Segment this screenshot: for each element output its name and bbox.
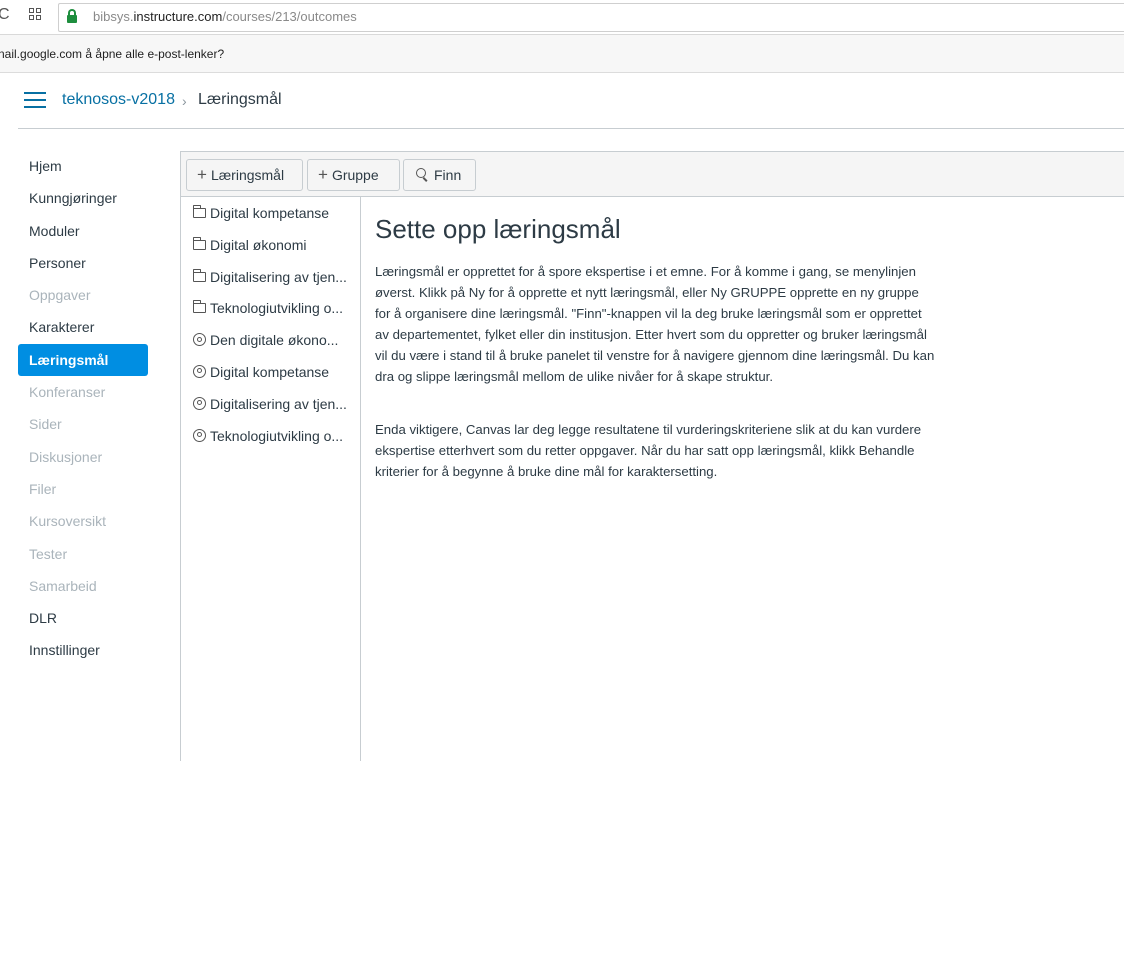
folder-icon xyxy=(193,236,206,250)
outcomes-panel: + Læringsmål + Gruppe Finn Digital kompeta… xyxy=(180,151,1124,761)
intro-paragraph-1: Læringsmål er opprettet for å spore eksp… xyxy=(375,264,935,384)
plus-icon: + xyxy=(197,165,207,184)
outcome-group-item[interactable]: Digitalisering av tjen... xyxy=(181,261,353,293)
course-nav-item-moduler[interactable]: Moduler xyxy=(18,215,148,247)
apps-grid-icon[interactable] xyxy=(29,8,43,22)
outcome-group-item[interactable]: Digital kompetanse xyxy=(181,197,353,229)
folder-icon xyxy=(193,205,206,218)
folder-icon xyxy=(193,268,206,282)
course-nav-item-filer[interactable]: Filer xyxy=(18,473,148,505)
course-nav-item-innstillinger[interactable]: Innstillinger xyxy=(18,634,148,666)
hamburger-menu-icon[interactable] xyxy=(24,92,46,108)
outcome-group-item[interactable]: Teknologiutvikling o... xyxy=(181,292,353,324)
course-nav-item-personer[interactable]: Personer xyxy=(18,247,148,279)
course-nav-item-tester[interactable]: Tester xyxy=(18,538,148,570)
course-nav-item-oppgaver[interactable]: Oppgaver xyxy=(18,279,148,311)
outcome-item[interactable]: Digitalisering av tjen... xyxy=(181,388,353,420)
browser-infobar: nail.google.com å åpne alle e-post-lenke… xyxy=(0,35,1124,73)
intro-paragraph-2: Enda viktigere, Canvas lar deg legge res… xyxy=(375,422,922,479)
breadcrumb-course-link[interactable]: teknosos-v2018 xyxy=(62,91,175,109)
search-icon xyxy=(416,168,429,182)
outcome-item[interactable]: Digital kompetanse xyxy=(181,356,353,388)
plus-icon: + xyxy=(318,165,328,184)
course-nav-item-dlr[interactable]: DLR xyxy=(18,602,148,634)
course-nav-item-laringsmal[interactable]: Læringsmål xyxy=(18,343,148,377)
course-nav-item-sider[interactable]: Sider xyxy=(18,408,148,440)
outcome-target-icon xyxy=(193,428,206,442)
outcomes-toolbar: + Læringsmål + Gruppe Finn xyxy=(180,151,1124,197)
outcome-item[interactable]: Den digitale økono... xyxy=(181,324,353,356)
breadcrumb-separator: › xyxy=(182,93,187,109)
find-outcomes-button[interactable]: Finn xyxy=(403,159,476,191)
outcome-target-icon xyxy=(193,333,206,347)
course-nav-item-samarbeid[interactable]: Samarbeid xyxy=(18,570,148,602)
course-nav-item-hjem[interactable]: Hjem xyxy=(18,150,148,182)
outcome-target-icon xyxy=(193,396,206,410)
outcome-group-item[interactable]: Digital økonomi xyxy=(181,229,353,261)
folder-icon xyxy=(193,300,206,314)
reload-icon[interactable]: C xyxy=(0,6,10,24)
course-nav-item-kunngjoringer[interactable]: Kunngjøringer xyxy=(18,182,148,214)
header-divider xyxy=(18,128,1124,129)
outcome-item[interactable]: Teknologiutvikling o... xyxy=(181,420,353,452)
breadcrumb-current-page: Læringsmål xyxy=(198,91,282,108)
page-title: Sette opp læringsmål xyxy=(375,214,621,244)
add-outcome-button[interactable]: + Læringsmål xyxy=(186,159,303,191)
add-group-button[interactable]: + Gruppe xyxy=(307,159,400,191)
outcomes-tree: Digital kompetanse Digital økonomi Digit… xyxy=(180,197,361,761)
course-nav-item-karakterer[interactable]: Karakterer xyxy=(18,311,148,343)
outcome-target-icon xyxy=(193,364,206,378)
browser-address-bar: C bibsys.instructure.com/courses/213/out… xyxy=(0,0,1124,35)
course-nav-item-konferanser[interactable]: Konferanser xyxy=(18,376,148,408)
course-navigation: Hjem Kunngjøringer Moduler Personer Oppg… xyxy=(18,150,148,667)
course-nav-item-kursoversikt[interactable]: Kursoversikt xyxy=(18,505,148,537)
lock-icon xyxy=(67,9,77,23)
url-text: bibsys.instructure.com/courses/213/outco… xyxy=(93,9,357,24)
url-field[interactable]: bibsys.instructure.com/courses/213/outco… xyxy=(58,3,1124,32)
course-nav-item-diskusjoner[interactable]: Diskusjoner xyxy=(18,441,148,473)
infobar-text: nail.google.com å åpne alle e-post-lenke… xyxy=(0,47,225,61)
